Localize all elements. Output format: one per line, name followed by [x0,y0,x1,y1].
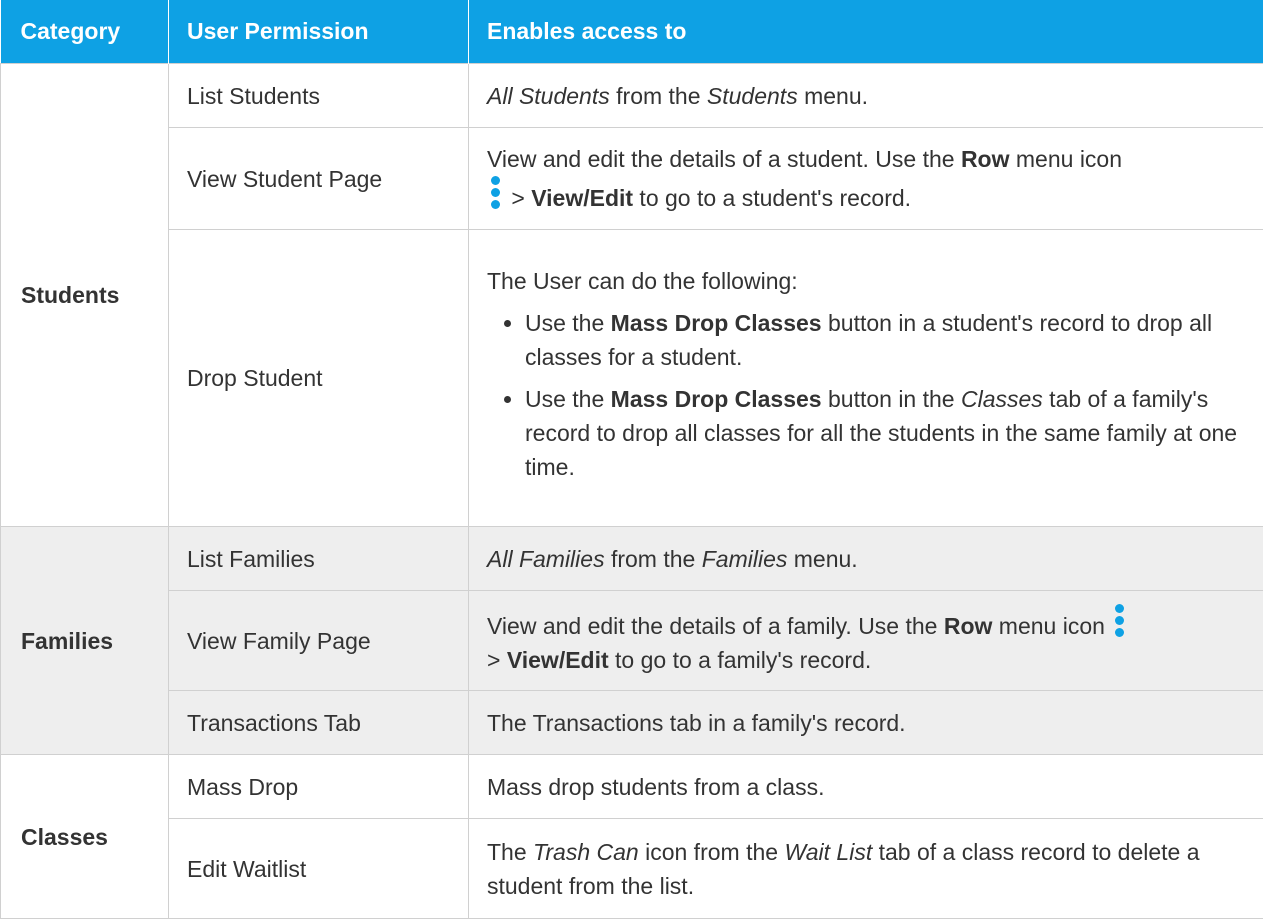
description-text: menu icon [992,613,1112,639]
description-text: Use the [525,310,611,336]
permissions-table-container: Category User Permission Enables access … [0,0,1263,920]
list-item: Use the Mass Drop Classes button in the … [525,382,1249,484]
description-text: Classes [960,386,1043,412]
description-text: menu. [787,545,858,572]
table-row: Transactions Tab The Transactions tab in… [1,690,1263,755]
description-text: from the [609,82,707,109]
description-text: Row [960,146,1010,172]
permission-description: All Families from the Families menu. [468,526,1263,591]
description-text: View and edit the details of a student. … [487,146,961,172]
description-text: Families [701,545,788,572]
permission-name: Drop Student [168,229,469,527]
category-students: Students [0,63,169,527]
description-text: All Students [487,82,610,109]
permission-name: List Families [168,526,469,591]
description-text: Wait List [784,838,873,865]
header-category: Category [0,0,169,64]
vertical-dots-icon [1115,604,1125,640]
header-user-permission: User Permission [168,0,469,64]
description-text: Mass Drop Classes [610,310,822,336]
permission-description: View and edit the details of a family. U… [468,590,1263,691]
description-text: from the [604,545,702,572]
description-text: menu. [797,82,869,109]
table-row: Students List Students All Students from… [0,63,1263,527]
category-classes: Classes [0,754,169,919]
table-row: Classes Mass Drop Mass drop students fro… [0,754,1263,919]
description-text: to go to a student's record. [633,185,912,211]
table-row: Families List Families All Families from… [0,526,1263,755]
permission-description: Mass drop students from a class. [468,754,1263,819]
description-text: > [505,185,532,211]
description-text: Trash Can [533,838,639,865]
description-text: The [487,838,534,865]
description-text: Use the [525,386,611,412]
table-row: Edit Waitlist The Trash Can icon from th… [1,818,1263,919]
permission-description: The Transactions tab in a family's recor… [468,690,1263,755]
description-text: Students [706,82,798,109]
permissions-table: Category User Permission Enables access … [0,0,1263,919]
permission-name: View Family Page [168,590,469,691]
description-text: View/Edit [506,647,609,673]
description-text: menu icon [1009,146,1123,172]
description-text: icon from the [638,838,785,865]
table-row: View Student Page View and edit the deta… [1,127,1263,230]
permission-name: List Students [168,63,469,128]
permission-name: Mass Drop [168,754,469,819]
description-text: Row [943,613,993,639]
description-text: All Families [487,545,605,572]
table-row: Drop Student The User can do the followi… [1,229,1263,527]
table-row: View Family Page View and edit the detai… [1,590,1263,691]
vertical-dots-icon [491,176,501,212]
description-text: to go to a family's record. [608,647,872,673]
permission-description: The User can do the following: Use the M… [468,229,1263,527]
permission-description: The Trash Can icon from the Wait List ta… [468,818,1263,919]
category-families: Families [0,526,169,755]
permission-name: Edit Waitlist [168,818,469,919]
permission-name: View Student Page [168,127,469,230]
description-text: Mass Drop Classes [610,386,822,412]
permission-description: All Students from the Students menu. [468,63,1263,128]
description-text: The User can do the following: [487,268,798,294]
header-enables-access: Enables access to [468,0,1263,64]
description-text: View/Edit [531,185,634,211]
permission-description: View and edit the details of a student. … [468,127,1263,230]
permission-name: Transactions Tab [168,690,469,755]
description-text: View and edit the details of a family. U… [487,613,944,639]
description-list: Use the Mass Drop Classes button in a st… [487,306,1249,484]
list-item: Use the Mass Drop Classes button in a st… [525,306,1249,374]
table-header-row: Category User Permission Enables access … [0,0,1263,64]
description-text: > [487,647,507,673]
description-text: button in the [821,386,961,412]
